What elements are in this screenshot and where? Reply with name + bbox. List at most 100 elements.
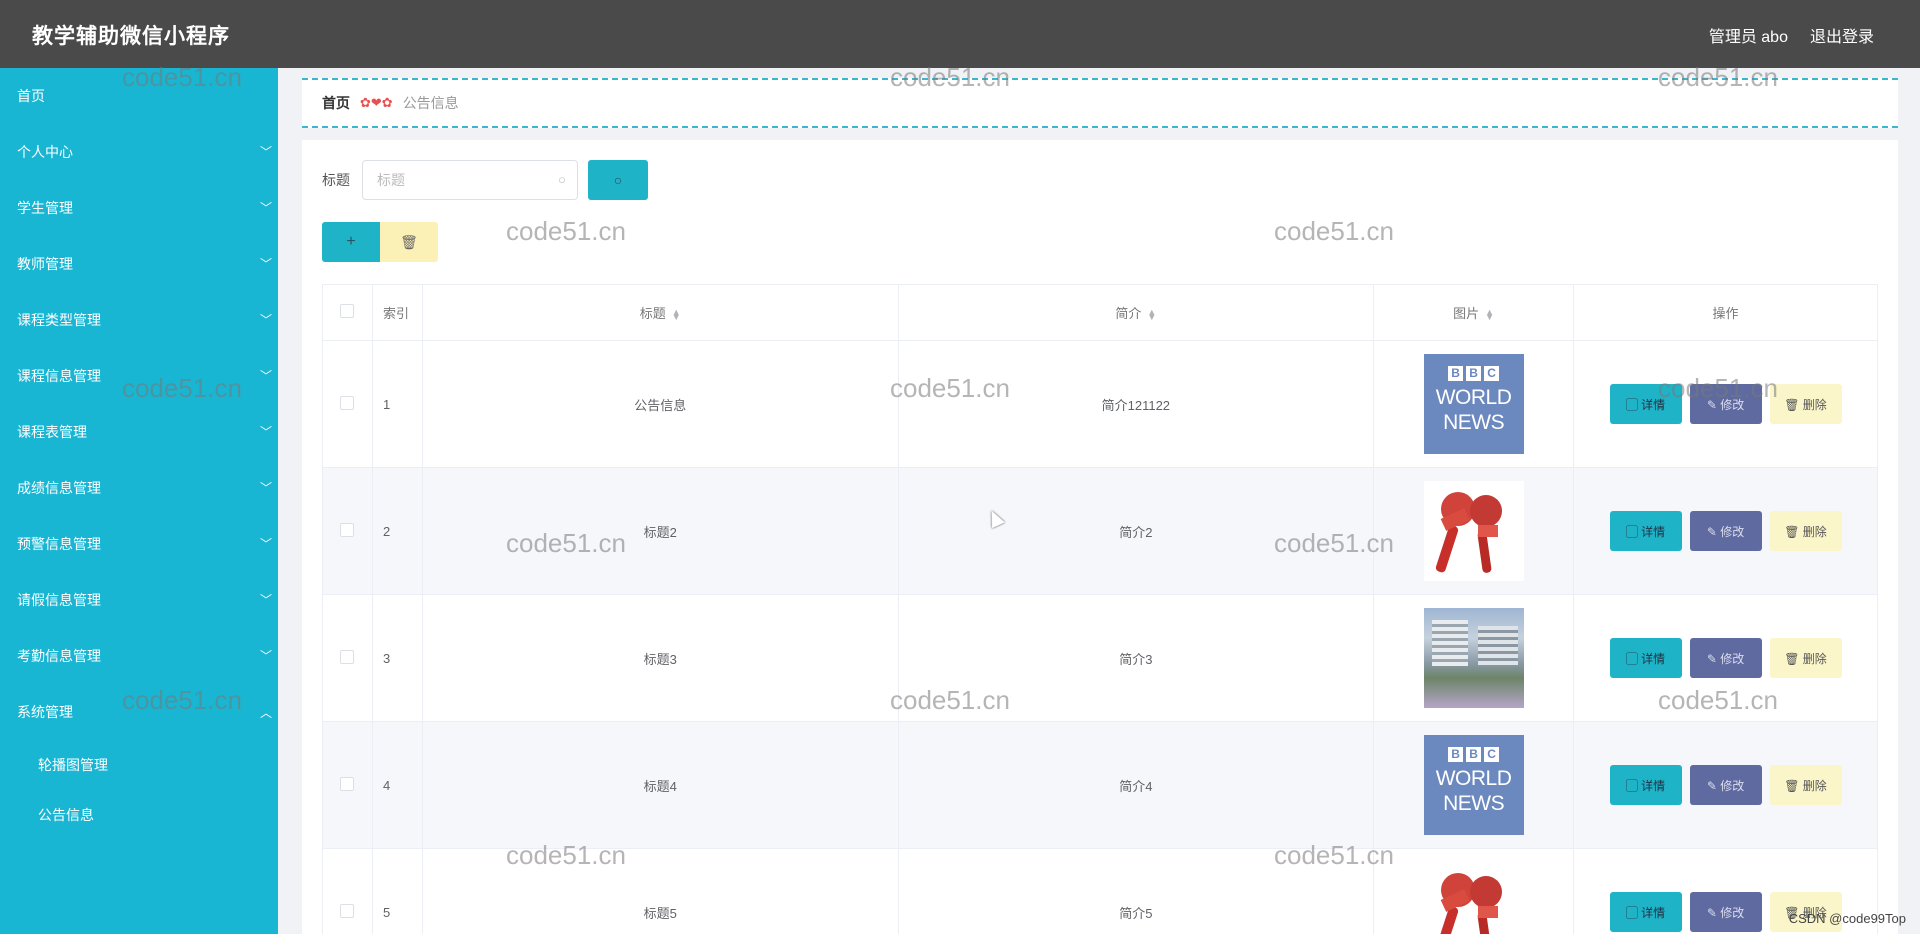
footer-credit: CSDN @code99Top — [1788, 911, 1906, 926]
row-actions: ▢ 详情 ✎ 修改 🗑 删除 — [1573, 594, 1878, 722]
col-intro[interactable]: 简介 ▲ ▼ — [897, 284, 1375, 341]
chevron-down-icon: ﹀ — [259, 649, 272, 663]
row-title: 公告信息 — [421, 340, 899, 468]
sort-icon[interactable]: ▲ ▼ — [1485, 307, 1494, 321]
detail-button[interactable]: ▢ 详情 — [1609, 511, 1682, 551]
sidebar-item-system[interactable]: 系统管理 ﹀ — [0, 684, 278, 740]
sort-icon[interactable]: ▲ ▼ — [672, 307, 681, 321]
row-index: 3 — [371, 594, 423, 722]
sidebar-item-grades[interactable]: 成绩信息管理 ﹀ — [0, 460, 278, 516]
sidebar-item-attendance[interactable]: 考勤信息管理 ﹀ — [0, 628, 278, 684]
chevron-down-icon: ﹀ — [259, 537, 272, 551]
row-intro: 简介5 — [897, 848, 1375, 934]
chevron-down-icon: ﹀ — [259, 313, 272, 327]
detail-button[interactable]: ▢ 详情 — [1609, 638, 1682, 678]
search-row: 标题 ○ ○ — [322, 160, 648, 200]
row-intro: 简介4 — [897, 721, 1375, 849]
row-select-cell — [322, 721, 373, 849]
col-title[interactable]: 标题 ▲ ▼ — [421, 284, 899, 341]
detail-button[interactable]: ▢ 详情 — [1609, 384, 1682, 424]
sidebar-item-label: 考勤信息管理 — [17, 648, 101, 664]
edit-button[interactable]: ✎ 修改 — [1689, 384, 1762, 424]
row-select-cell — [322, 848, 373, 934]
row-title: 标题5 — [421, 848, 899, 934]
col-actions: 操作 — [1573, 284, 1878, 341]
campus-photo-image[interactable] — [1423, 608, 1524, 708]
search-icon: ○ — [558, 172, 566, 187]
batch-delete-button[interactable]: 🗑 — [380, 222, 438, 262]
detail-button[interactable]: ▢ 详情 — [1609, 892, 1682, 932]
select-all-checkbox[interactable] — [340, 304, 355, 318]
sidebar-subitem-notices[interactable]: 公告信息 — [0, 790, 278, 840]
sidebar-item-teachers[interactable]: 教师管理 ﹀ — [0, 236, 278, 292]
row-title: 标题2 — [421, 467, 899, 595]
document-icon: ▢ — [1625, 651, 1642, 666]
admin-user-label[interactable]: 管理员 abo — [1709, 23, 1788, 47]
delete-button[interactable]: 🗑 删除 — [1769, 384, 1842, 424]
pencil-icon: ✎ — [1706, 905, 1721, 920]
breadcrumb: 首页 ✿❤✿ 公告信息 — [302, 78, 1898, 128]
bbc-world-news-image[interactable]: BBC WORLD NEWS — [1423, 354, 1524, 454]
plus-icon: + — [346, 233, 356, 250]
row-select-cell — [322, 340, 373, 468]
add-button[interactable]: + — [322, 222, 380, 262]
edit-button[interactable]: ✎ 修改 — [1689, 892, 1762, 932]
search-icon: ○ — [613, 172, 623, 188]
col-intro-label: 简介 — [1115, 306, 1142, 321]
row-index: 2 — [371, 467, 423, 595]
document-icon: ▢ — [1625, 905, 1642, 920]
chevron-down-icon: ﹀ — [259, 257, 272, 271]
row-index: 5 — [371, 848, 423, 934]
sidebar-item-label: 成绩信息管理 — [17, 480, 101, 496]
sidebar-item-students[interactable]: 学生管理 ﹀ — [0, 180, 278, 236]
chevron-down-icon: ﹀ — [259, 145, 272, 159]
edit-button[interactable]: ✎ 修改 — [1689, 638, 1762, 678]
search-input[interactable] — [362, 160, 578, 200]
app-title: 教学辅助微信小程序 — [32, 25, 230, 48]
table-row: 1 公告信息 简介121122 BBC WORLD NEWS ▢ 详情 ✎ 修改… — [322, 340, 1878, 468]
row-checkbox[interactable] — [340, 649, 355, 664]
pencil-icon: ✎ — [1706, 524, 1721, 539]
top-header: 教学辅助微信小程序 管理员 abo 退出登录 — [0, 0, 1920, 68]
bbc-world-news-image[interactable]: BBC WORLD NEWS — [1423, 735, 1524, 835]
row-checkbox[interactable] — [340, 903, 355, 918]
sidebar-item-course-types[interactable]: 课程类型管理 ﹀ — [0, 292, 278, 348]
sidebar-item-timetable[interactable]: 课程表管理 ﹀ — [0, 404, 278, 460]
bbc-logo: BBC — [1424, 747, 1524, 762]
search-button[interactable]: ○ — [588, 160, 648, 200]
sort-icon[interactable]: ▲ ▼ — [1147, 307, 1156, 321]
sidebar-item-warnings[interactable]: 预警信息管理 ﹀ — [0, 516, 278, 572]
logout-link[interactable]: 退出登录 — [1810, 23, 1874, 47]
breadcrumb-home[interactable]: 首页 — [322, 93, 350, 113]
sidebar-item-course-info[interactable]: 课程信息管理 ﹀ — [0, 348, 278, 404]
row-image-cell: BBC WORLD NEWS — [1373, 721, 1575, 849]
sidebar-subitem-label: 公告信息 — [38, 807, 94, 823]
content-panel: 标题 ○ ○ + 🗑 索引 标题 ▲▼ 简介 ▲▼ 图片 ▲▼ 操作 — [302, 140, 1898, 934]
delete-button[interactable]: 🗑 删除 — [1769, 765, 1842, 805]
pencil-icon: ✎ — [1706, 651, 1721, 666]
trash-icon: 🗑 — [1784, 524, 1803, 539]
news-microphones-image[interactable] — [1423, 481, 1524, 581]
breadcrumb-current: 公告信息 — [402, 95, 459, 111]
row-checkbox[interactable] — [340, 776, 355, 791]
trash-icon: 🗑 — [1784, 778, 1803, 793]
row-select-cell — [322, 594, 373, 722]
sidebar-item-leave[interactable]: 请假信息管理 ﹀ — [0, 572, 278, 628]
sidebar-item-label: 课程表管理 — [17, 424, 87, 440]
sidebar-item-profile[interactable]: 个人中心 ﹀ — [0, 124, 278, 180]
row-index: 4 — [371, 721, 423, 849]
row-checkbox[interactable] — [340, 522, 355, 537]
row-intro: 简介121122 — [897, 340, 1375, 468]
row-checkbox[interactable] — [340, 395, 355, 410]
news-microphones-image[interactable] — [1423, 862, 1524, 934]
edit-button[interactable]: ✎ 修改 — [1689, 511, 1762, 551]
chevron-down-icon: ﹀ — [259, 369, 272, 383]
sidebar-subitem-carousel[interactable]: 轮播图管理 — [0, 740, 278, 790]
sidebar-item-home[interactable]: 首页 — [0, 68, 278, 124]
col-image[interactable]: 图片 ▲ ▼ — [1373, 284, 1575, 341]
delete-button[interactable]: 🗑 删除 — [1769, 511, 1842, 551]
edit-button[interactable]: ✎ 修改 — [1689, 765, 1762, 805]
col-title-label: 标题 — [639, 306, 666, 321]
detail-button[interactable]: ▢ 详情 — [1609, 765, 1682, 805]
delete-button[interactable]: 🗑 删除 — [1769, 638, 1842, 678]
